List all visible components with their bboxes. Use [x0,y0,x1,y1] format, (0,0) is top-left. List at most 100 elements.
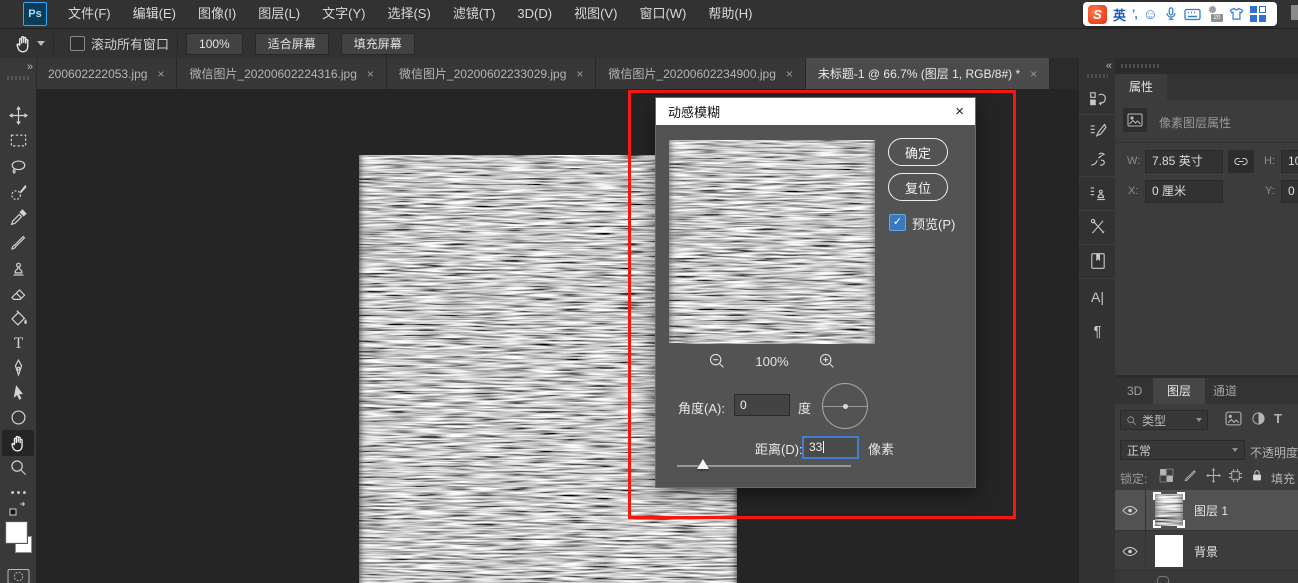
layer-row-background[interactable]: 背景 [1115,531,1298,572]
history-panel-icon[interactable] [1087,88,1108,110]
reset-button[interactable]: 复位 [888,173,948,201]
menu-layer[interactable]: 图层(L) [247,0,311,28]
dock-grip[interactable] [1087,74,1108,78]
ok-button[interactable]: 确定 [888,138,948,166]
swap-colors-icon[interactable] [6,500,30,518]
x-field[interactable]: 0 厘米 [1145,180,1223,203]
blur-preview-image[interactable] [669,140,875,344]
filter-type-icon[interactable]: T [1274,411,1282,426]
blend-mode-dropdown[interactable]: 正常 [1120,440,1245,460]
clone-source-panel-icon[interactable] [1087,182,1108,204]
menu-view[interactable]: 视图(V) [563,0,628,28]
angle-input[interactable]: 0 [734,394,790,416]
toolbar-expand-icon[interactable]: » [27,61,31,73]
paint-bucket-tool[interactable] [6,305,30,329]
lock-position-icon[interactable] [1206,468,1221,483]
link-dimensions-icon[interactable] [1228,150,1254,173]
panel-drag-strip[interactable] [1115,58,1298,74]
ime-skin-icon[interactable] [1229,7,1244,21]
visibility-eye-icon[interactable] [1115,490,1146,530]
eyedropper-tool[interactable] [6,205,30,229]
tab-layers[interactable]: 图层 [1153,378,1205,404]
y-field[interactable]: 0 厘米 [1281,180,1298,203]
brush-settings-panel-icon[interactable] [1087,120,1108,142]
dialog-close-icon[interactable]: × [955,103,964,120]
brush-tool[interactable] [6,230,30,254]
layer-filter-dropdown[interactable]: 类型 [1120,410,1208,430]
canvas-area[interactable]: 动感模糊 × 确定 复位 ✓ 预览(P) 100% 角度(A): 0 度 距离(… [36,89,1078,583]
fill-screen-button[interactable]: 填充屏幕 [341,33,415,55]
menu-window[interactable]: 窗口(W) [628,0,697,28]
zoom-tool[interactable] [6,455,30,479]
ime-signin-icon[interactable]: 20 [1207,6,1223,22]
foreground-color-swatch[interactable] [6,522,27,543]
width-field[interactable]: 7.85 英寸 [1145,150,1223,173]
tab-document-3[interactable]: 微信图片_20200602233029.jpg × [387,58,596,89]
ime-punctuation-icon[interactable]: ’, [1132,7,1137,21]
distance-input[interactable]: 33 [802,436,859,459]
ime-keyboard-icon[interactable] [1184,8,1201,21]
layer-thumbnail[interactable] [1154,493,1184,527]
ime-mic-icon[interactable] [1164,6,1178,22]
close-tab-icon[interactable]: × [786,67,793,81]
preview-checkbox[interactable]: ✓ [889,214,906,231]
type-tool[interactable]: T [6,330,30,354]
menu-type[interactable]: 文字(Y) [311,0,376,28]
scroll-all-windows-checkbox[interactable] [70,36,85,51]
tab-document-1[interactable]: 200602222053.jpg × [36,58,177,89]
height-field[interactable]: 10.1 英寸 [1281,150,1298,173]
tool-presets-panel-icon[interactable] [1087,216,1108,238]
ellipse-tool[interactable] [6,405,30,429]
character-panel-icon[interactable]: A| [1087,286,1108,308]
tab-channels[interactable]: 通道 [1213,378,1237,404]
hand-tool-selected[interactable] [2,430,34,456]
menu-image[interactable]: 图像(I) [187,0,247,28]
close-tab-icon[interactable]: × [367,67,374,81]
lock-transparency-icon[interactable] [1159,468,1174,483]
filter-image-icon[interactable] [1225,411,1242,426]
lock-artboard-icon[interactable] [1228,468,1243,483]
menu-filter[interactable]: 滤镜(T) [442,0,507,28]
menu-3d[interactable]: 3D(D) [506,0,563,28]
dock-collapse-icon[interactable]: « [1106,60,1110,72]
lock-all-icon[interactable] [1250,468,1264,483]
dialog-title-bar[interactable]: 动感模糊 × [656,98,975,125]
zoom-out-icon[interactable] [708,352,726,370]
brushes-panel-icon[interactable] [1087,148,1108,170]
move-tool[interactable] [6,103,30,127]
distance-slider-thumb[interactable] [697,459,709,469]
fit-screen-button[interactable]: 适合屏幕 [255,33,329,55]
ime-emoji-icon[interactable]: ☺ [1143,7,1158,22]
path-select-tool[interactable] [6,380,30,404]
layer-name[interactable]: 背景 [1194,543,1218,560]
close-tab-icon[interactable]: × [157,67,164,81]
angle-dial[interactable] [822,383,868,429]
clone-stamp-tool[interactable] [6,255,30,279]
tab-properties[interactable]: 属性 [1115,74,1167,100]
toolbar-grip[interactable] [7,76,29,80]
tab-document-4[interactable]: 微信图片_20200602234900.jpg × [596,58,805,89]
zoom-100-button[interactable]: 100% [186,33,243,55]
close-tab-icon[interactable]: × [1030,67,1037,81]
ime-language-toggle[interactable]: 英 [1113,5,1126,24]
layer-row-selected[interactable]: 图层 1 [1115,490,1298,531]
ime-menu-grid-icon[interactable] [1250,6,1266,22]
lock-pixels-icon[interactable] [1183,468,1198,483]
tab-document-2[interactable]: 微信图片_20200602224316.jpg × [177,58,386,89]
tab-3d[interactable]: 3D [1127,378,1142,404]
pen-tool[interactable] [6,355,30,379]
menu-file[interactable]: 文件(F) [57,0,122,28]
layer-name[interactable]: 图层 1 [1194,502,1228,519]
zoom-in-icon[interactable] [818,352,836,370]
marquee-tool[interactable] [6,128,30,152]
sogou-logo-icon[interactable]: S [1088,5,1107,24]
menu-help[interactable]: 帮助(H) [697,0,763,28]
layer-thumbnail[interactable] [1154,534,1184,568]
eraser-tool[interactable] [6,280,30,304]
libraries-panel-icon[interactable] [1087,250,1108,272]
quick-selection-tool[interactable] [6,180,30,204]
link-layers-icon[interactable] [1157,576,1169,583]
hand-tool-preset[interactable] [14,34,45,54]
tab-document-active[interactable]: 未标题-1 @ 66.7% (图层 1, RGB/8#) * × [806,58,1050,89]
close-tab-icon[interactable]: × [576,67,583,81]
